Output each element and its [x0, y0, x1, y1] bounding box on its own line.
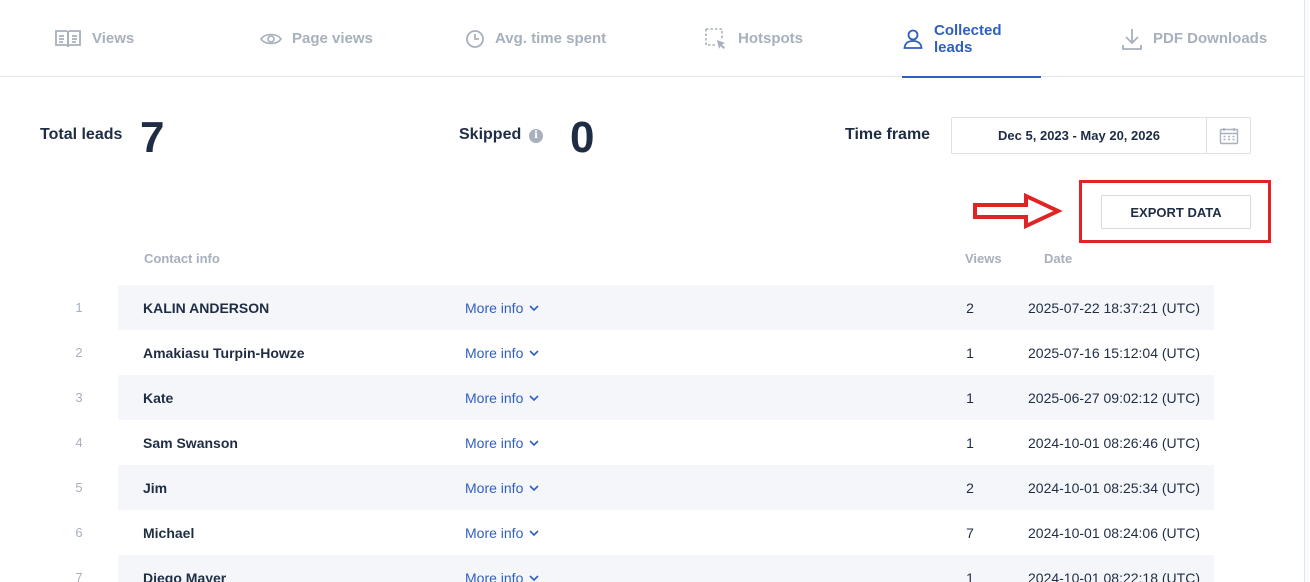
more-info-label: More info — [465, 479, 524, 496]
more-info-label: More info — [465, 434, 524, 451]
contact-name: KALIN ANDERSON — [143, 299, 270, 316]
eye-icon — [260, 32, 282, 46]
lead-date: 2024-10-01 08:24:06 (UTC) — [1028, 524, 1200, 541]
table-row[interactable]: 6 Michael More info 7 2024-10-01 08:24:0… — [0, 510, 1214, 555]
contact-name: Jim — [143, 479, 168, 496]
more-info-toggle[interactable]: More info — [465, 510, 539, 555]
row-number: 1 — [75, 300, 83, 315]
column-header-views[interactable]: Views — [965, 251, 1002, 266]
views-count: 1 — [966, 434, 974, 451]
vertical-scrollbar[interactable] — [1304, 0, 1310, 582]
views-count: 7 — [966, 524, 974, 541]
more-info-toggle[interactable]: More info — [465, 375, 539, 420]
table-row[interactable]: 3 Kate More info 1 2025-06-27 09:02:12 (… — [0, 375, 1214, 420]
tab-label: Page views — [292, 30, 373, 47]
date-range-value[interactable]: Dec 5, 2023 - May 20, 2026 — [952, 118, 1206, 153]
row-number: 2 — [75, 345, 83, 360]
more-info-toggle[interactable]: More info — [465, 285, 539, 330]
clock-icon — [465, 29, 485, 49]
chevron-down-icon — [529, 394, 539, 401]
export-data-button[interactable]: EXPORT DATA — [1101, 195, 1251, 229]
tab-pdf-downloads[interactable]: PDF Downloads — [1121, 0, 1267, 77]
tab-label: PDF Downloads — [1153, 30, 1268, 47]
table-row[interactable]: 2 Amakiasu Turpin-Howze More info 1 2025… — [0, 330, 1214, 375]
row-number: 6 — [75, 525, 83, 540]
hotspot-icon — [704, 27, 728, 51]
contact-name: Michael — [143, 524, 195, 541]
info-icon[interactable]: i — [529, 129, 543, 143]
tab-bar: Views Page views Avg. time spent Hotspot… — [0, 0, 1304, 78]
tab-page-views[interactable]: Page views — [260, 0, 373, 77]
views-count: 1 — [966, 389, 974, 406]
contact-name: Sam Swanson — [143, 434, 238, 451]
table-row[interactable]: 4 Sam Swanson More info 1 2024-10-01 08:… — [0, 420, 1214, 465]
tab-views[interactable]: Views — [54, 0, 134, 77]
chevron-down-icon — [529, 349, 539, 356]
views-count: 2 — [966, 299, 974, 316]
contact-name: Kate — [143, 389, 174, 406]
tab-label: Views — [92, 30, 135, 47]
skipped-value: 0 — [570, 113, 595, 162]
tab-avg-time[interactable]: Avg. time spent — [465, 0, 606, 77]
arrow-annotation-icon — [972, 192, 1064, 237]
table-row[interactable]: 7 Diego Mayer More info 1 2024-10-01 08:… — [0, 555, 1214, 582]
more-info-label: More info — [465, 344, 524, 361]
chevron-down-icon — [529, 304, 539, 311]
table-row[interactable]: 1 KALIN ANDERSON More info 2 2025-07-22 … — [0, 285, 1214, 330]
more-info-toggle[interactable]: More info — [465, 465, 539, 510]
more-info-toggle[interactable]: More info — [465, 555, 539, 582]
chevron-down-icon — [529, 439, 539, 446]
lead-date: 2024-10-01 08:26:46 (UTC) — [1028, 434, 1200, 451]
lead-date: 2024-10-01 08:25:34 (UTC) — [1028, 479, 1200, 496]
tab-collected-leads[interactable]: Collected leads — [902, 0, 1041, 78]
skipped-label: Skipped — [459, 126, 522, 143]
lead-date: 2024-10-01 08:22:18 (UTC) — [1028, 569, 1200, 582]
contact-name: Amakiasu Turpin-Howze — [143, 344, 305, 361]
date-range-picker[interactable]: Dec 5, 2023 - May 20, 2026 — [951, 117, 1251, 154]
tab-hotspots[interactable]: Hotspots — [704, 0, 803, 77]
chevron-down-icon — [529, 529, 539, 536]
row-number: 7 — [75, 570, 83, 582]
lead-date: 2025-07-22 18:37:21 (UTC) — [1028, 299, 1200, 316]
views-count: 1 — [966, 569, 974, 582]
more-info-label: More info — [465, 389, 524, 406]
chevron-down-icon — [529, 484, 539, 491]
calendar-icon[interactable] — [1206, 118, 1250, 153]
time-frame-label: Time frame — [845, 126, 931, 143]
row-number: 5 — [75, 480, 83, 495]
more-info-toggle[interactable]: More info — [465, 330, 539, 375]
tab-label: Collected leads — [934, 21, 1002, 56]
table-row[interactable]: 5 Jim More info 2 2024-10-01 08:25:34 (U… — [0, 465, 1214, 510]
row-number: 3 — [75, 390, 83, 405]
user-icon — [902, 28, 924, 50]
views-count: 2 — [966, 479, 974, 496]
more-info-toggle[interactable]: More info — [465, 420, 539, 465]
column-header-contact-info: Contact info — [144, 251, 220, 266]
column-header-date[interactable]: Date — [1044, 251, 1072, 266]
contact-name: Diego Mayer — [143, 569, 227, 582]
tab-label: Avg. time spent — [495, 30, 607, 47]
row-number: 4 — [75, 435, 83, 450]
tab-label: Hotspots — [738, 30, 803, 47]
book-icon — [54, 28, 82, 50]
download-icon — [1121, 27, 1143, 51]
lead-date: 2025-06-27 09:02:12 (UTC) — [1028, 389, 1200, 406]
lead-date: 2025-07-16 15:12:04 (UTC) — [1028, 344, 1200, 361]
total-leads-label: Total leads — [40, 126, 123, 143]
more-info-label: More info — [465, 299, 524, 316]
views-count: 1 — [966, 344, 974, 361]
chevron-down-icon — [529, 574, 539, 581]
total-leads-value: 7 — [140, 113, 165, 162]
more-info-label: More info — [465, 569, 524, 582]
more-info-label: More info — [465, 524, 524, 541]
